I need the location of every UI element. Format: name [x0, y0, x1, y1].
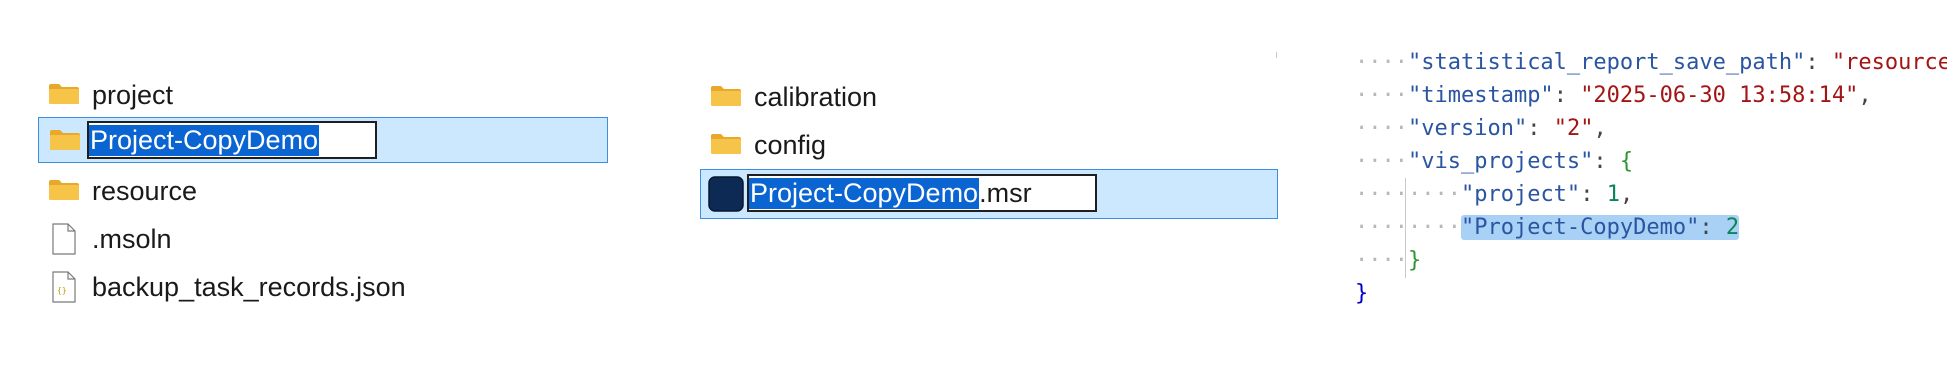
code-line: ···· "vis_projects": {: [1355, 149, 1634, 174]
json-key: "project": [1460, 182, 1581, 207]
json-sep: :: [1527, 116, 1554, 141]
json-file-icon: {}: [52, 271, 76, 303]
folder-icon: [49, 180, 79, 200]
code-line: ···· "statistical_report_save_path": "res…: [1355, 46, 1947, 79]
json-sep: :: [1805, 50, 1832, 75]
app-file-icon: [708, 176, 744, 212]
json-punct: ,: [1619, 182, 1634, 207]
file-icon: [52, 223, 76, 255]
code-line: ····}: [1355, 248, 1422, 273]
json-value: 2: [1725, 215, 1740, 240]
json-value: "resource": [1831, 50, 1947, 75]
rename-input[interactable]: Project-CopyDemo: [87, 121, 377, 159]
json-punct: ,: [1593, 116, 1607, 141]
pane-divider: [1276, 52, 1277, 58]
json-key: "statistical_report_save_path": [1407, 50, 1806, 75]
item-label: project: [92, 79, 174, 110]
json-value: "2": [1553, 116, 1594, 141]
json-key: "vis_projects": [1407, 149, 1594, 174]
item-label: .msoln: [92, 223, 172, 254]
json-sep: :: [1699, 215, 1726, 240]
rename-extension: .msr: [979, 177, 1032, 208]
json-sep: :: [1593, 149, 1620, 174]
json-key: "Project-CopyDemo": [1460, 215, 1700, 240]
code-line: ···· "version": "2",: [1355, 116, 1607, 141]
item-label: config: [754, 129, 827, 160]
rename-input[interactable]: Project-CopyDemo .msr: [747, 174, 1097, 212]
list-item[interactable]: resource: [40, 171, 600, 211]
json-key: "timestamp": [1407, 83, 1554, 108]
code-line: ········ "project": 1,: [1355, 182, 1634, 207]
code-line: ···· "timestamp": "2025-06-30 13:58:14",: [1355, 83, 1872, 108]
folder-icon: [49, 84, 79, 104]
list-item-selected[interactable]: Project-CopyDemo: [38, 117, 608, 163]
rename-selected-text: Project-CopyDemo: [89, 124, 320, 156]
json-punct: ,: [1858, 83, 1872, 108]
folder-icon: [711, 86, 741, 106]
list-item[interactable]: {} backup_task_records.json: [40, 267, 600, 307]
list-item[interactable]: .msoln: [40, 219, 600, 259]
item-label: resource: [92, 175, 198, 206]
list-item[interactable]: calibration: [700, 77, 1260, 117]
json-brace: }: [1407, 248, 1422, 273]
json-value: 1: [1606, 182, 1620, 207]
rename-selected-text: Project-CopyDemo: [749, 177, 980, 209]
item-label: backup_task_records.json: [92, 271, 406, 302]
json-sep: :: [1553, 83, 1581, 108]
code-line: ········ "Project-CopyDemo": 2: [1355, 215, 1740, 240]
list-item-selected[interactable]: Project-CopyDemo .msr: [700, 169, 1278, 219]
folder-icon: [711, 134, 741, 154]
explorer-left: project Project-CopyDemo resource .msoln…: [38, 55, 610, 315]
item-label: calibration: [754, 81, 878, 112]
json-value: "2025-06-30 13:58:14": [1580, 83, 1859, 108]
json-brace: }: [1355, 281, 1369, 306]
json-sep: :: [1580, 182, 1607, 207]
code-highlight: "Project-CopyDemo": 2: [1460, 215, 1740, 240]
code-line: }: [1355, 277, 1368, 310]
json-brace: {: [1619, 149, 1634, 174]
folder-icon: [50, 130, 80, 150]
list-item[interactable]: project: [40, 75, 600, 115]
explorer-right: calibration config Project-CopyDemo .msr: [700, 55, 1280, 235]
list-item[interactable]: config: [700, 125, 1260, 165]
json-key: "version": [1407, 116, 1528, 141]
svg-text:{}: {}: [57, 286, 67, 295]
